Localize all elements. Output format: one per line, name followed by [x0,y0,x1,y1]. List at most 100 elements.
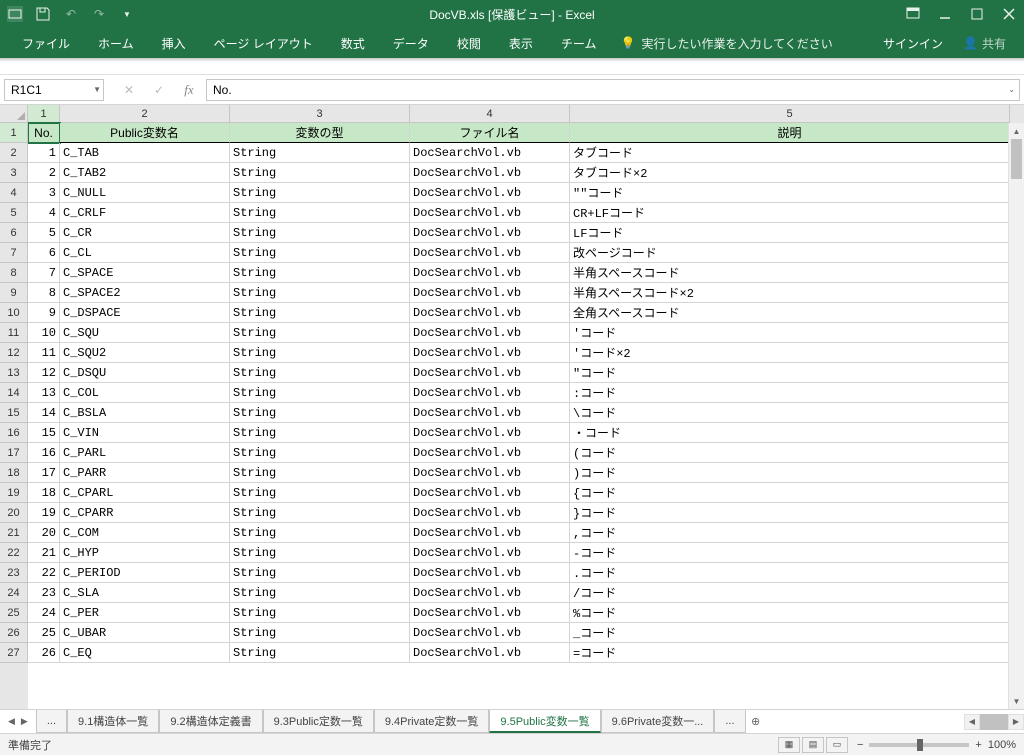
table-header-cell[interactable]: Public変数名 [60,123,230,143]
cell[interactable]: タブコード [570,143,1010,163]
cell[interactable]: String [230,163,410,183]
cell[interactable]: DocSearchVol.vb [410,143,570,163]
ribbon-tab-0[interactable]: ファイル [8,28,84,58]
cell[interactable]: C_PER [60,603,230,623]
sheet-tab-overflow[interactable]: ... [714,710,745,733]
sheet-tab[interactable]: 9.6Private変数一... [601,710,715,733]
table-header-cell[interactable]: 変数の型 [230,123,410,143]
cell[interactable]: DocSearchVol.vb [410,243,570,263]
cell[interactable]: C_DSQU [60,363,230,383]
row-header[interactable]: 13 [0,363,28,383]
cell[interactable]: 13 [28,383,60,403]
cell[interactable]: DocSearchVol.vb [410,303,570,323]
cell[interactable]: 19 [28,503,60,523]
expand-formula-icon[interactable]: ⌄ [1008,85,1015,94]
cell[interactable]: DocSearchVol.vb [410,563,570,583]
zoom-slider[interactable] [869,743,969,747]
cell[interactable]: 8 [28,283,60,303]
cell[interactable]: C_SPACE [60,263,230,283]
cell[interactable]: String [230,283,410,303]
cell[interactable]: DocSearchVol.vb [410,423,570,443]
cell[interactable]: DocSearchVol.vb [410,163,570,183]
cell[interactable]: C_PARL [60,443,230,463]
sheet-tab-overflow[interactable]: ... [36,710,67,733]
cell[interactable]: ""コード [570,183,1010,203]
cell[interactable]: 10 [28,323,60,343]
cell[interactable]: 1 [28,143,60,163]
cell[interactable]: 14 [28,403,60,423]
close-icon[interactable] [1000,5,1018,23]
cell[interactable]: 25 [28,623,60,643]
scroll-thumb[interactable] [1011,139,1022,179]
cell[interactable]: C_NULL [60,183,230,203]
sheet-tab[interactable]: 9.5Public変数一覧 [489,710,600,733]
save-icon[interactable] [34,5,52,23]
cell[interactable]: C_PERIOD [60,563,230,583]
cell[interactable]: 半角スペースコード×2 [570,283,1010,303]
cell[interactable]: 15 [28,423,60,443]
row-header[interactable]: 26 [0,623,28,643]
maximize-icon[interactable] [968,5,986,23]
cell[interactable]: String [230,483,410,503]
ribbon-tab-5[interactable]: データ [379,28,443,58]
cell[interactable]: C_UBAR [60,623,230,643]
column-header[interactable]: 2 [60,105,230,123]
cell[interactable]: CR+LFコード [570,203,1010,223]
cell[interactable]: 9 [28,303,60,323]
cell[interactable]: DocSearchVol.vb [410,443,570,463]
cell[interactable]: C_TAB2 [60,163,230,183]
row-header[interactable]: 16 [0,423,28,443]
cell[interactable]: C_TAB [60,143,230,163]
chevron-down-icon[interactable]: ▼ [93,85,101,94]
cell[interactable]: String [230,423,410,443]
cell[interactable]: 'コード [570,323,1010,343]
ribbon-tab-4[interactable]: 数式 [327,28,379,58]
cell[interactable]: (コード [570,443,1010,463]
cell[interactable]: 11 [28,343,60,363]
cell[interactable]: DocSearchVol.vb [410,203,570,223]
horizontal-scrollbar[interactable]: ◀ ▶ [964,714,1024,730]
table-header-cell[interactable]: ファイル名 [410,123,570,143]
cell[interactable]: DocSearchVol.vb [410,623,570,643]
enter-formula-button[interactable]: ✓ [146,79,172,101]
cell[interactable]: String [230,503,410,523]
cell[interactable]: 7 [28,263,60,283]
cell[interactable]: 5 [28,223,60,243]
cell[interactable]: C_SQU2 [60,343,230,363]
cell[interactable]: DocSearchVol.vb [410,603,570,623]
cell[interactable]: 20 [28,523,60,543]
cell[interactable]: DocSearchVol.vb [410,363,570,383]
sheet-tab[interactable]: 9.4Private定数一覧 [374,710,490,733]
cell[interactable]: C_CR [60,223,230,243]
cell[interactable]: String [230,543,410,563]
row-header[interactable]: 11 [0,323,28,343]
cell[interactable]: 全角スペースコード [570,303,1010,323]
cell[interactable]: DocSearchVol.vb [410,263,570,283]
cell[interactable]: String [230,263,410,283]
row-header[interactable]: 25 [0,603,28,623]
cell[interactable]: 12 [28,363,60,383]
cell[interactable]: String [230,203,410,223]
row-header[interactable]: 4 [0,183,28,203]
sheet-nav-first-icon[interactable]: ◀ [6,716,17,727]
sheet-tab[interactable]: 9.1構造体一覧 [67,710,159,733]
cell[interactable]: C_COM [60,523,230,543]
table-header-cell[interactable]: No. [28,123,60,143]
cell[interactable]: String [230,443,410,463]
cell[interactable]: DocSearchVol.vb [410,183,570,203]
cell[interactable]: 6 [28,243,60,263]
cell[interactable]: String [230,583,410,603]
cell[interactable]: C_CL [60,243,230,263]
normal-view-button[interactable]: ▦ [778,737,800,753]
column-header[interactable]: 3 [230,105,410,123]
ribbon-options-icon[interactable] [904,5,922,23]
share-button[interactable]: 👤 共有 [953,35,1016,52]
cell[interactable]: C_HYP [60,543,230,563]
cell[interactable]: DocSearchVol.vb [410,543,570,563]
cell[interactable]: 16 [28,443,60,463]
row-header[interactable]: 1 [0,123,28,143]
sheet-tab[interactable]: 9.3Public定数一覧 [263,710,374,733]
undo-icon[interactable]: ↶ [62,5,80,23]
cell[interactable]: DocSearchVol.vb [410,343,570,363]
cell[interactable]: )コード [570,463,1010,483]
